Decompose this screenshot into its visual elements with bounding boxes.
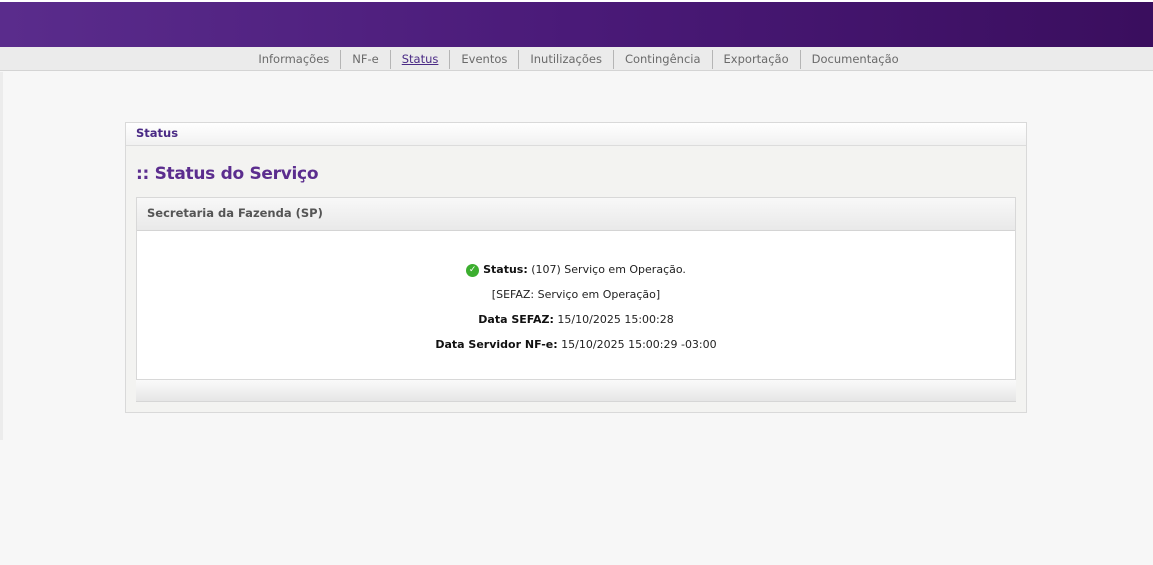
status-label: Status: xyxy=(483,263,528,276)
status-panel: Status :: Status do Serviço Secretaria d… xyxy=(125,122,1027,413)
status-body: ✓ Status: (107) Serviço em Operação. [SEF… xyxy=(137,231,1015,357)
nav-status[interactable]: Status xyxy=(389,50,450,69)
sefaz-message: [SEFAZ: Serviço em Operação] xyxy=(491,288,661,301)
main-nav: Informações NF-e Status Eventos Inutiliz… xyxy=(0,47,1153,71)
page-title: :: Status do Serviço xyxy=(136,164,319,184)
data-sefaz-value: 15/10/2025 15:00:28 xyxy=(557,313,674,326)
top-banner xyxy=(0,0,1153,47)
nav-nfe[interactable]: NF-e xyxy=(340,50,389,69)
data-servidor-label: Data Servidor NF-e: xyxy=(435,338,558,351)
sefaz-header: Secretaria da Fazenda (SP) xyxy=(137,198,1015,231)
data-sefaz-line: Data SEFAZ: 15/10/2025 15:00:28 xyxy=(137,307,1015,332)
data-sefaz-label: Data SEFAZ: xyxy=(478,313,554,326)
nav-eventos[interactable]: Eventos xyxy=(449,50,518,69)
nav-documentacao[interactable]: Documentação xyxy=(799,50,910,69)
service-status-box: Secretaria da Fazenda (SP) ✓ Status: (107… xyxy=(136,197,1016,380)
status-line: ✓ Status: (107) Serviço em Operação. xyxy=(137,257,1015,282)
panel-header: Status xyxy=(126,123,1026,146)
status-value: (107) Serviço em Operação. xyxy=(531,263,686,276)
sefaz-message-line: [SEFAZ: Serviço em Operação] xyxy=(137,282,1015,307)
nav-informacoes[interactable]: Informações xyxy=(247,50,340,69)
data-servidor-line: Data Servidor NF-e: 15/10/2025 15:00:29 … xyxy=(137,332,1015,357)
panel-footer-bar xyxy=(136,380,1016,402)
nav-inutilizacoes[interactable]: Inutilizações xyxy=(518,50,613,69)
check-circle-icon: ✓ xyxy=(466,264,480,277)
nav-exportacao[interactable]: Exportação xyxy=(711,50,800,69)
nav-items: Informações NF-e Status Eventos Inutiliz… xyxy=(247,48,909,72)
nav-contingencia[interactable]: Contingência xyxy=(612,50,712,69)
left-edge-decoration xyxy=(0,72,3,440)
data-servidor-value: 15/10/2025 15:00:29 -03:00 xyxy=(561,338,717,351)
